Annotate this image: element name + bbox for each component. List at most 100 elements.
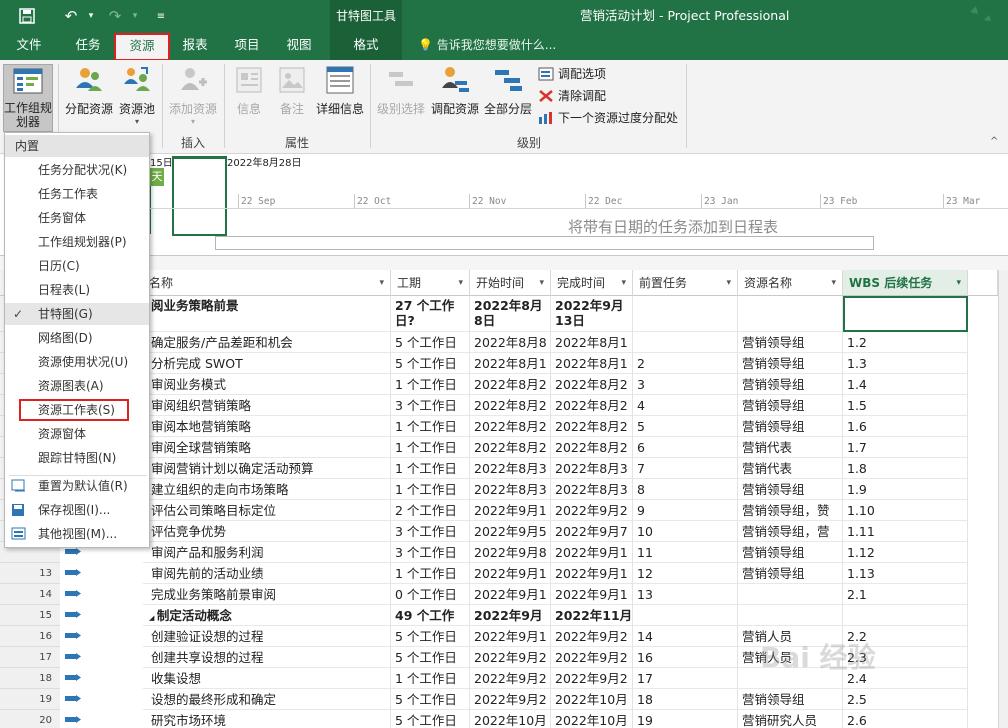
task-cell-pred[interactable]: 13 (633, 584, 738, 605)
col-header-add[interactable] (968, 270, 998, 296)
task-cell-finish[interactable]: 2022年8月2 (551, 437, 633, 458)
task-cell-finish[interactable]: 2022年9月1 (551, 584, 633, 605)
task-cell-start[interactable]: 2022年9月2 (470, 647, 551, 668)
task-cell-finish[interactable]: 2022年9月2 (551, 626, 633, 647)
task-cell-res[interactable] (738, 296, 843, 332)
task-cell-pred[interactable]: 2 (633, 353, 738, 374)
leveling-options-button[interactable]: 调配选项 (538, 64, 606, 84)
task-cell-name[interactable]: 确定服务/产品差距和机会 (143, 332, 391, 353)
task-cell-wbs[interactable]: 2.5 (843, 689, 968, 710)
col-header-resources[interactable]: 资源名称 ▾ (738, 270, 843, 296)
task-cell-duration[interactable]: 3 个工作日 (391, 395, 470, 416)
task-cell-wbs[interactable]: 1.13 (843, 563, 968, 584)
task-cell-pred[interactable]: 6 (633, 437, 738, 458)
task-cell-duration[interactable]: 3 个工作日 (391, 521, 470, 542)
task-cell-duration[interactable]: 49 个工作 (391, 605, 470, 626)
tab-file[interactable]: 文件 (0, 32, 58, 60)
task-cell-finish[interactable]: 2022年9月1 (551, 542, 633, 563)
resource-pool-button[interactable]: 资源池 ▾ (116, 64, 158, 134)
task-cell-wbs[interactable] (843, 605, 968, 626)
task-cell-res[interactable]: 营销领导组 (738, 374, 843, 395)
menu-item-view[interactable]: 网络图(D) (5, 327, 149, 349)
task-cell-pred[interactable]: 4 (633, 395, 738, 416)
tab-project[interactable]: 项目 (222, 32, 272, 60)
task-cell-duration[interactable]: 5 个工作日 (391, 353, 470, 374)
vertical-scrollbar[interactable] (998, 270, 1008, 728)
level-resource-button[interactable]: 调配资源 (429, 64, 481, 134)
task-cell-name[interactable]: 审阅先前的活动业绩 (143, 563, 391, 584)
customize-qat-icon[interactable]: ≡ (150, 5, 172, 27)
task-cell-wbs[interactable]: 1.5 (843, 395, 968, 416)
task-cell-wbs[interactable]: 1.3 (843, 353, 968, 374)
tab-view[interactable]: 视图 (274, 32, 324, 60)
undo-dropdown-icon[interactable]: ▾ (80, 5, 102, 27)
task-cell-name[interactable]: 审阅组织营销策略 (143, 395, 391, 416)
task-cell-pred[interactable]: 14 (633, 626, 738, 647)
timeline-current-window[interactable] (172, 156, 227, 236)
task-cell-start[interactable]: 2022年9月2 (470, 668, 551, 689)
tab-resource[interactable]: 资源 (114, 33, 170, 61)
menu-item-view[interactable]: 资源工作表(S) (19, 399, 129, 421)
menu-item-view[interactable]: 日历(C) (5, 255, 149, 277)
task-cell-duration[interactable]: 1 个工作日 (391, 563, 470, 584)
task-cell-pred[interactable]: 17 (633, 668, 738, 689)
selected-cell[interactable] (843, 296, 968, 332)
details-button[interactable]: 详细信息 (314, 64, 366, 134)
task-cell-name[interactable]: 阅业务策略前景 (143, 296, 391, 332)
task-cell-res[interactable]: 营销领导组 (738, 395, 843, 416)
menu-item-view[interactable]: 任务工作表 (5, 183, 149, 205)
level-all-button[interactable]: 全部分层 (482, 64, 534, 134)
task-cell-finish[interactable]: 2022年9月2 (551, 668, 633, 689)
tab-format[interactable]: 格式 (330, 32, 402, 60)
menu-item-view[interactable]: 资源图表(A) (5, 375, 149, 397)
task-cell-start[interactable]: 2022年9月2 (470, 689, 551, 710)
task-cell-name[interactable]: 建立组织的走向市场策略 (143, 479, 391, 500)
task-cell-pred[interactable] (633, 605, 738, 626)
task-cell-start[interactable]: 2022年10月 (470, 710, 551, 728)
task-cell-finish[interactable]: 2022年10月 (551, 710, 633, 728)
task-cell-pred[interactable]: 18 (633, 689, 738, 710)
tell-me-box[interactable]: 💡 告诉我您想要做什么... (418, 32, 556, 60)
task-cell-start[interactable]: 2022年8月8日 (470, 296, 551, 332)
task-cell-name[interactable]: 研究市场环境 (143, 710, 391, 728)
task-cell-res[interactable]: 营销领导组 (738, 353, 843, 374)
task-cell-duration[interactable]: 5 个工作日 (391, 689, 470, 710)
task-cell-duration[interactable]: 1 个工作日 (391, 668, 470, 689)
task-cell-duration[interactable]: 1 个工作日 (391, 416, 470, 437)
task-cell-duration[interactable]: 5 个工作日 (391, 647, 470, 668)
task-cell-duration[interactable]: 1 个工作日 (391, 437, 470, 458)
task-cell-wbs[interactable]: 1.11 (843, 521, 968, 542)
task-cell-pred[interactable]: 19 (633, 710, 738, 728)
task-cell-duration[interactable]: 5 个工作日 (391, 332, 470, 353)
task-cell-duration[interactable]: 0 个工作日 (391, 584, 470, 605)
task-cell-start[interactable]: 2022年8月2 (470, 395, 551, 416)
task-cell-wbs[interactable]: 1.6 (843, 416, 968, 437)
row-number[interactable]: 15 (0, 605, 60, 626)
save-icon[interactable] (16, 5, 38, 27)
task-cell-start[interactable]: 2022年8月3 (470, 479, 551, 500)
task-cell-pred[interactable]: 16 (633, 647, 738, 668)
row-number[interactable]: 20 (0, 710, 60, 728)
task-cell-res[interactable]: 营销代表 (738, 437, 843, 458)
row-number[interactable]: 19 (0, 689, 60, 710)
task-cell-finish[interactable]: 2022年9月7 (551, 521, 633, 542)
menu-reset-default[interactable]: 重置为默认值(R) (5, 475, 149, 497)
team-planner-button[interactable]: 工作组规划器 (3, 64, 53, 132)
task-cell-start[interactable]: 2022年9月5 (470, 521, 551, 542)
col-header-start[interactable]: 开始时间 ▾ (470, 270, 551, 296)
menu-other-views[interactable]: 其他视图(M)... (5, 523, 149, 545)
task-cell-start[interactable]: 2022年9月8 (470, 542, 551, 563)
task-cell-pred[interactable]: 5 (633, 416, 738, 437)
task-cell-pred[interactable]: 3 (633, 374, 738, 395)
task-cell-name[interactable]: 评估公司策略目标定位 (143, 500, 391, 521)
task-cell-duration[interactable]: 2 个工作日 (391, 500, 470, 521)
tab-report[interactable]: 报表 (170, 32, 220, 60)
col-header-finish[interactable]: 完成时间 ▾ (551, 270, 633, 296)
task-cell-finish[interactable]: 2022年9月13日 (551, 296, 633, 332)
task-cell-wbs[interactable]: 2.6 (843, 710, 968, 728)
task-cell-name[interactable]: 评估竞争优势 (143, 521, 391, 542)
task-cell-start[interactable]: 2022年9月1 (470, 584, 551, 605)
task-cell-pred[interactable]: 8 (633, 479, 738, 500)
task-cell-pred[interactable] (633, 332, 738, 353)
task-cell-finish[interactable]: 2022年8月1 (551, 353, 633, 374)
